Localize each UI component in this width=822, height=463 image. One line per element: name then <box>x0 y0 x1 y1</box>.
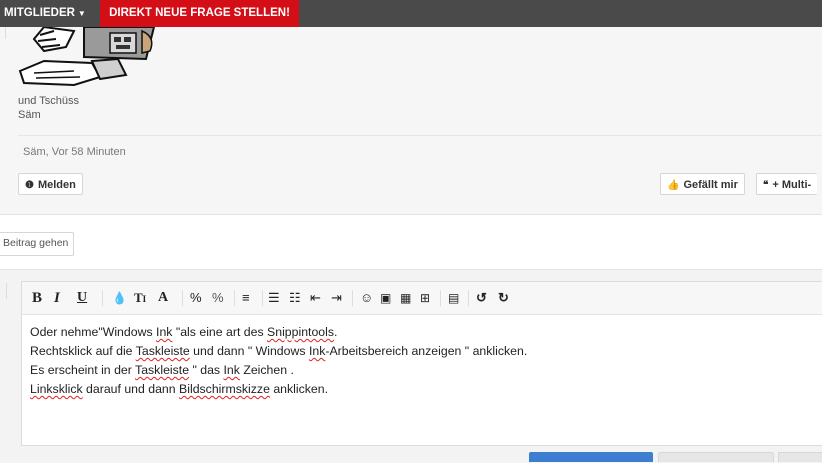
indent-icon[interactable]: ⇥ <box>331 288 342 308</box>
text-size-icon[interactable]: TI <box>134 288 146 308</box>
smiley-icon[interactable]: ☺ <box>360 288 373 308</box>
divider <box>18 135 822 136</box>
toolbar-separator <box>234 290 235 306</box>
editor-toolbar: B I U 💧 TI A % % ≡ ☰ ☷ ⇤ ⇥ ☺ ▣ ▦ ⊞ ▤ ↺ ↻ <box>22 282 822 315</box>
members-menu-label: MITGLIEDER <box>4 7 75 19</box>
preview-button[interactable] <box>658 452 774 462</box>
editor-line: Rechtsklick auf die Taskleiste und dann … <box>30 344 528 358</box>
like-button[interactable]: 👍 Gefällt mir <box>660 173 745 195</box>
font-icon[interactable]: A <box>158 288 168 308</box>
editor-line: Oder nehme"Windows Ink "als eine art des… <box>30 325 338 339</box>
reply-arrow <box>0 283 7 299</box>
outdent-icon[interactable]: ⇤ <box>310 288 321 308</box>
toolbar-separator <box>468 290 469 306</box>
post-divider-stub <box>0 27 6 39</box>
toolbar-separator <box>262 290 263 306</box>
reply-area: B I U 💧 TI A % % ≡ ☰ ☷ ⇤ ⇥ ☺ ▣ ▦ ⊞ ▤ ↺ ↻… <box>0 269 822 463</box>
submit-reply-button[interactable] <box>529 452 653 462</box>
editor-line: Es erscheint in der Taskleiste " das Ink… <box>30 363 294 377</box>
thumbs-up-icon: 👍 <box>667 180 680 191</box>
unordered-list-icon[interactable]: ☰ <box>268 288 280 308</box>
multi-quote-button[interactable]: ❝ + Multi- <box>756 173 818 195</box>
insert-icon[interactable]: ⊞ <box>420 288 430 308</box>
members-menu[interactable]: MITGLIEDER ▼ <box>4 0 86 27</box>
editor-content[interactable]: Oder nehme"Windows Ink "als eine art des… <box>30 323 527 399</box>
editor-line: Linksklick darauf und dann Bildschirmski… <box>30 382 329 396</box>
signature-line: Säm <box>18 109 41 121</box>
italic-icon[interactable]: I <box>54 288 60 308</box>
post-signature: und Tschüss Säm <box>18 94 79 122</box>
reply-editor: B I U 💧 TI A % % ≡ ☰ ☷ ⇤ ⇥ ☺ ▣ ▦ ⊞ ▤ ↺ ↻… <box>21 281 822 446</box>
ordered-list-icon[interactable]: ☷ <box>289 288 301 308</box>
exclamation-icon: ❶ <box>25 180 34 191</box>
post-meta: Säm, Vor 58 Minuten <box>23 146 126 158</box>
save-icon[interactable]: ▤ <box>448 288 459 308</box>
unlink-icon[interactable]: % <box>212 288 224 308</box>
forum-post: und Tschüss Säm Säm, Vor 58 Minuten ❶ Mel… <box>0 27 822 215</box>
toolbar-separator <box>182 290 183 306</box>
signature-cartoon-image <box>18 27 156 87</box>
ask-question-button[interactable]: DIREKT NEUE FRAGE STELLEN! <box>100 0 299 27</box>
bold-icon[interactable]: B <box>32 288 42 308</box>
multi-quote-label: + Multi- <box>772 179 812 191</box>
link-icon[interactable]: % <box>190 288 202 308</box>
toolbar-separator <box>352 290 353 306</box>
color-icon[interactable]: 💧 <box>112 288 127 308</box>
goto-post-button[interactable]: Beitrag gehen <box>0 232 75 256</box>
chevron-down-icon: ▼ <box>77 9 86 18</box>
report-button[interactable]: ❶ Melden <box>18 173 83 195</box>
media-icon[interactable]: ▦ <box>400 288 411 308</box>
toolbar-separator <box>440 290 441 306</box>
like-label: Gefällt mir <box>683 179 738 191</box>
more-options-button[interactable] <box>778 452 822 462</box>
undo-icon[interactable]: ↺ <box>476 288 487 308</box>
image-icon[interactable]: ▣ <box>380 288 391 308</box>
signature-line: und Tschüss <box>18 95 79 107</box>
toolbar-separator <box>102 290 103 306</box>
report-label: Melden <box>37 179 76 191</box>
align-icon[interactable]: ≡ <box>242 288 250 308</box>
quote-icon: ❝ <box>763 180 769 191</box>
underline-icon[interactable]: U <box>77 288 87 308</box>
top-navigation: MITGLIEDER ▼ DIREKT NEUE FRAGE STELLEN! <box>0 0 822 27</box>
redo-icon[interactable]: ↻ <box>498 288 509 308</box>
